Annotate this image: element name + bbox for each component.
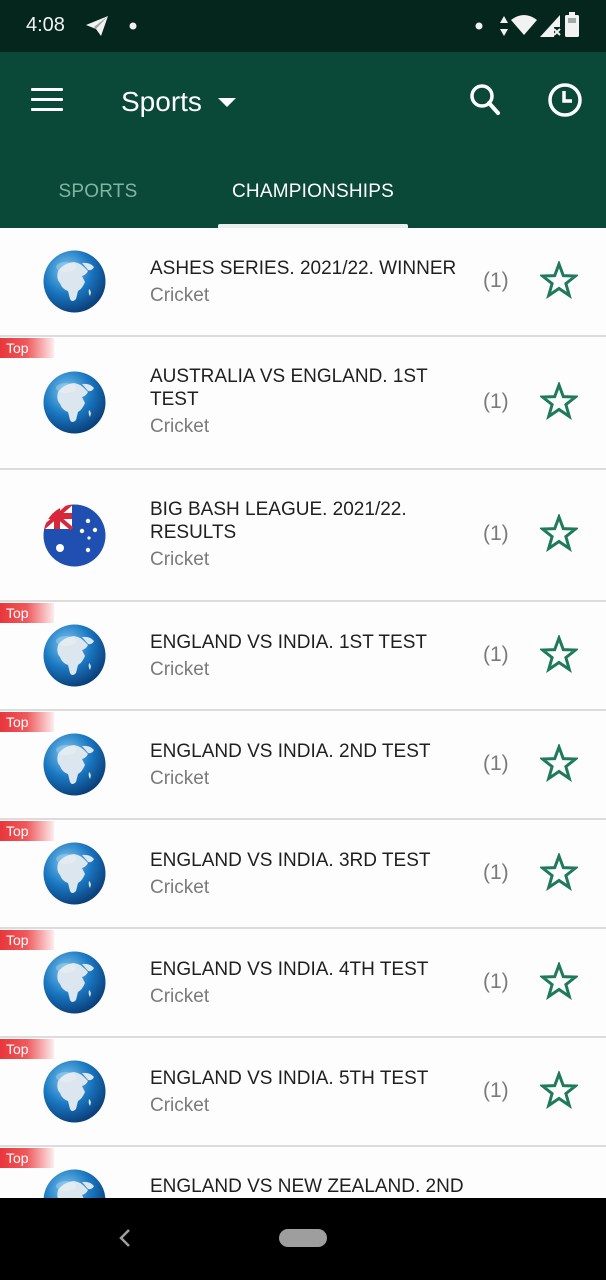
- home-pill-icon[interactable]: [279, 1229, 327, 1247]
- top-badge: Top: [0, 1148, 54, 1168]
- favorite-star-icon[interactable]: [538, 633, 580, 674]
- championship-text: ENGLAND VS INDIA. 5TH TEST Cricket: [150, 1067, 465, 1117]
- telegram-icon: [86, 16, 108, 36]
- status-time: 4:08: [26, 14, 65, 36]
- championship-text: BIG BASH LEAGUE. 2021/22. RESULTS Cricket: [150, 498, 465, 571]
- championship-title: ENGLAND VS INDIA. 2ND TEST: [150, 741, 431, 762]
- caret-down-icon: [217, 97, 236, 107]
- championship-row[interactable]: Top ENGLAND VS INDIA. 2ND TEST Cricket (1): [0, 711, 606, 820]
- globe-icon: [42, 623, 107, 688]
- favorite-star-icon[interactable]: [538, 1069, 580, 1110]
- australia-flag-icon: [42, 503, 107, 568]
- championship-text: ENGLAND VS INDIA. 4TH TEST Cricket: [150, 958, 465, 1008]
- sport-selector-dropdown[interactable]: Sports: [121, 82, 236, 122]
- history-clock-icon[interactable]: [545, 80, 585, 120]
- tab-championships[interactable]: CHAMPIONSHIPS: [218, 156, 408, 228]
- globe-icon: [42, 950, 107, 1015]
- favorite-star-icon[interactable]: [538, 742, 580, 783]
- championship-row[interactable]: BIG BASH LEAGUE. 2021/22. RESULTS Cricket…: [0, 470, 606, 602]
- championship-sport: Cricket: [150, 1095, 210, 1116]
- event-count: (1): [483, 643, 509, 666]
- championship-sport: Cricket: [150, 416, 210, 437]
- championship-text: ENGLAND VS INDIA. 2ND TEST Cricket: [150, 740, 465, 790]
- event-count: (1): [483, 269, 509, 292]
- championship-row[interactable]: Top ENGLAND VS INDIA. 5TH TEST Cricket (1): [0, 1038, 606, 1147]
- globe-icon: [42, 249, 107, 314]
- championship-row[interactable]: Top ENGLAND VS INDIA. 4TH TEST Cricket (1): [0, 929, 606, 1038]
- event-count: (1): [483, 522, 509, 545]
- championship-text: AUSTRALIA VS ENGLAND. 1ST TEST Cricket: [150, 365, 465, 438]
- championship-title: ENGLAND VS INDIA. 1ST TEST: [150, 632, 427, 653]
- championship-text: ENGLAND VS INDIA. 1ST TEST Cricket: [150, 631, 465, 681]
- championship-text: ENGLAND VS NEW ZEALAND. 2ND: [150, 1175, 465, 1198]
- championship-text: ENGLAND VS INDIA. 3RD TEST Cricket: [150, 849, 465, 899]
- event-count: (1): [483, 970, 509, 993]
- championship-row[interactable]: Top ENGLAND VS NEW ZEALAND. 2ND: [0, 1147, 606, 1198]
- championship-row[interactable]: Top ENGLAND VS INDIA. 1ST TEST Cricket (1): [0, 602, 606, 711]
- top-badge: Top: [0, 930, 54, 950]
- favorite-star-icon[interactable]: [538, 851, 580, 892]
- event-count: (1): [483, 1079, 509, 1102]
- championship-title: ASHES SERIES. 2021/22. WINNER: [150, 258, 457, 279]
- championship-row[interactable]: Top ENGLAND VS INDIA. 3RD TEST Cricket (1): [0, 820, 606, 929]
- app-bar: Sports SPORTS CHAMPIONSHIPS: [0, 52, 606, 228]
- favorite-star-icon[interactable]: [538, 512, 580, 553]
- championship-text: ASHES SERIES. 2021/22. WINNER Cricket: [150, 257, 465, 307]
- championship-title: AUSTRALIA VS ENGLAND. 1ST TEST: [150, 366, 428, 410]
- status-bar: 4:08: [0, 0, 606, 52]
- globe-icon: [42, 1168, 107, 1198]
- top-badge: Top: [0, 338, 54, 358]
- event-count: (1): [483, 861, 509, 884]
- hamburger-menu-icon: [31, 88, 63, 91]
- menu-button[interactable]: [28, 84, 68, 116]
- data-arrows-icon: [500, 16, 508, 36]
- globe-icon: [42, 370, 107, 435]
- championship-title: BIG BASH LEAGUE. 2021/22. RESULTS: [150, 499, 407, 543]
- championship-sport: Cricket: [150, 285, 210, 306]
- globe-icon: [42, 841, 107, 906]
- top-badge: Top: [0, 821, 54, 841]
- wifi-icon: [511, 15, 537, 35]
- battery-icon: [565, 12, 579, 37]
- back-chevron-icon[interactable]: [112, 1224, 140, 1252]
- top-badge: Top: [0, 603, 54, 623]
- tab-bar: SPORTS CHAMPIONSHIPS: [0, 156, 606, 228]
- cellular-no-signal-icon: [540, 15, 561, 37]
- championship-sport: Cricket: [150, 549, 210, 570]
- event-count: (1): [483, 752, 509, 775]
- system-nav-bar: [0, 1198, 606, 1280]
- app-title: Sports: [121, 86, 202, 117]
- search-icon[interactable]: [465, 80, 505, 120]
- championship-title: ENGLAND VS INDIA. 3RD TEST: [150, 850, 431, 871]
- championship-row[interactable]: ASHES SERIES. 2021/22. WINNER Cricket (1): [0, 228, 606, 337]
- globe-icon: [42, 1059, 107, 1124]
- championship-sport: Cricket: [150, 877, 210, 898]
- championship-title: ENGLAND VS INDIA. 4TH TEST: [150, 959, 429, 980]
- favorite-star-icon[interactable]: [538, 259, 580, 300]
- championship-sport: Cricket: [150, 768, 210, 789]
- championship-title: ENGLAND VS INDIA. 5TH TEST: [150, 1068, 429, 1089]
- championship-list[interactable]: ASHES SERIES. 2021/22. WINNER Cricket (1) …: [0, 228, 606, 1198]
- championship-row[interactable]: Top AUSTRALIA VS ENGLAND. 1ST TEST Cricke…: [0, 337, 606, 470]
- notification-dot-icon: [475, 22, 483, 30]
- tab-sports[interactable]: SPORTS: [0, 156, 196, 228]
- top-badge: Top: [0, 1039, 54, 1059]
- championship-title: ENGLAND VS NEW ZEALAND. 2ND: [150, 1176, 464, 1197]
- globe-icon: [42, 732, 107, 797]
- favorite-star-icon[interactable]: [538, 960, 580, 1001]
- top-badge: Top: [0, 712, 54, 732]
- championship-sport: Cricket: [150, 986, 210, 1007]
- notification-dot-icon: [129, 22, 137, 30]
- event-count: (1): [483, 390, 509, 413]
- favorite-star-icon[interactable]: [538, 380, 580, 421]
- championship-sport: Cricket: [150, 659, 210, 680]
